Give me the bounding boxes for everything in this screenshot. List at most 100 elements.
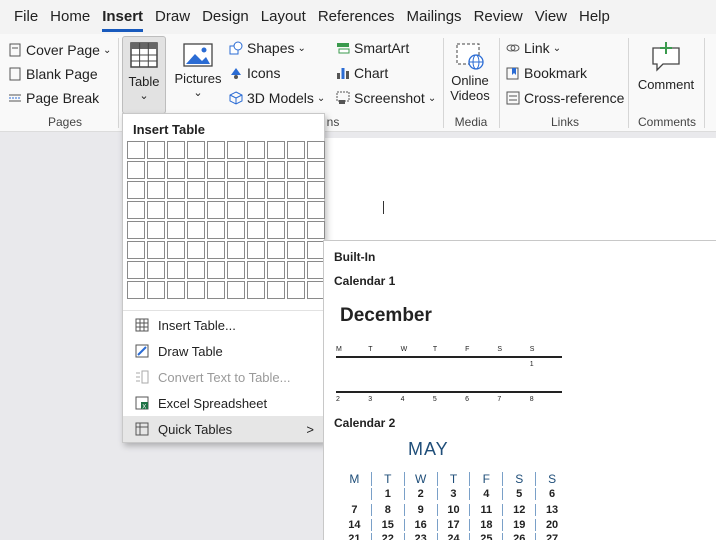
table-size-cell[interactable] <box>147 181 165 199</box>
table-size-cell[interactable] <box>227 201 245 219</box>
tab-references[interactable]: References <box>312 0 401 34</box>
table-size-cell[interactable] <box>267 141 285 159</box>
table-size-cell[interactable] <box>227 181 245 199</box>
cover-page-button[interactable]: Cover Page ⌄ <box>8 42 111 58</box>
tab-insert[interactable]: Insert <box>96 0 149 34</box>
3d-models-button[interactable]: 3D Models ⌄ <box>229 90 325 106</box>
link-button[interactable]: Link ⌄ <box>506 40 561 56</box>
table-size-cell[interactable] <box>167 181 185 199</box>
table-size-cell[interactable] <box>187 181 205 199</box>
table-size-cell[interactable] <box>287 201 305 219</box>
table-size-cell[interactable] <box>247 241 265 259</box>
table-size-cell[interactable] <box>247 161 265 179</box>
blank-page-button[interactable]: Blank Page <box>8 66 98 82</box>
table-size-cell[interactable] <box>287 261 305 279</box>
table-size-cell[interactable] <box>247 261 265 279</box>
table-size-cell[interactable] <box>167 221 185 239</box>
table-size-cell[interactable] <box>307 141 325 159</box>
draw-table-menu-item[interactable]: Draw Table <box>123 338 324 364</box>
table-size-cell[interactable] <box>127 181 145 199</box>
table-size-cell[interactable] <box>247 221 265 239</box>
table-size-cell[interactable] <box>227 261 245 279</box>
table-size-cell[interactable] <box>247 141 265 159</box>
table-size-cell[interactable] <box>247 181 265 199</box>
tab-file[interactable]: File <box>8 0 44 34</box>
online-videos-button[interactable]: Online Videos <box>447 42 493 103</box>
tab-design[interactable]: Design <box>196 0 255 34</box>
pictures-button[interactable]: Pictures ⌄ <box>172 42 224 99</box>
page-break-button[interactable]: Page Break <box>8 90 99 106</box>
table-size-cell[interactable] <box>187 141 205 159</box>
table-size-cell[interactable] <box>267 201 285 219</box>
table-size-cell[interactable] <box>147 221 165 239</box>
tab-layout[interactable]: Layout <box>255 0 312 34</box>
table-size-cell[interactable] <box>167 141 185 159</box>
table-size-cell[interactable] <box>207 261 225 279</box>
table-size-cell[interactable] <box>147 141 165 159</box>
tab-review[interactable]: Review <box>468 0 529 34</box>
excel-spreadsheet-menu-item[interactable]: X Excel Spreadsheet <box>123 390 324 416</box>
table-size-cell[interactable] <box>267 181 285 199</box>
tab-help[interactable]: Help <box>573 0 616 34</box>
insert-table-menu-item[interactable]: Insert Table... <box>123 312 324 338</box>
table-size-cell[interactable] <box>307 181 325 199</box>
table-size-cell[interactable] <box>127 221 145 239</box>
table-size-cell[interactable] <box>307 161 325 179</box>
table-size-cell[interactable] <box>247 201 265 219</box>
table-size-cell[interactable] <box>227 161 245 179</box>
cross-reference-button[interactable]: Cross-reference <box>506 90 624 106</box>
table-size-cell[interactable] <box>287 161 305 179</box>
table-size-cell[interactable] <box>207 161 225 179</box>
comment-button[interactable]: Comment <box>633 40 699 92</box>
table-size-cell[interactable] <box>287 241 305 259</box>
tab-view[interactable]: View <box>529 0 573 34</box>
tab-mailings[interactable]: Mailings <box>401 0 468 34</box>
shapes-button[interactable]: Shapes ⌄ <box>229 40 306 56</box>
tab-home[interactable]: Home <box>44 0 96 34</box>
table-size-cell[interactable] <box>307 221 325 239</box>
chart-button[interactable]: Chart <box>336 65 388 81</box>
table-size-cell[interactable] <box>267 241 285 259</box>
table-size-cell[interactable] <box>127 201 145 219</box>
screenshot-button[interactable]: Screenshot ⌄ <box>336 90 436 106</box>
table-size-cell[interactable] <box>267 281 285 299</box>
table-size-cell[interactable] <box>187 241 205 259</box>
table-size-cell[interactable] <box>167 241 185 259</box>
table-size-cell[interactable] <box>207 241 225 259</box>
table-size-cell[interactable] <box>227 141 245 159</box>
table-size-cell[interactable] <box>247 281 265 299</box>
table-size-cell[interactable] <box>187 261 205 279</box>
table-size-cell[interactable] <box>147 241 165 259</box>
table-size-cell[interactable] <box>207 181 225 199</box>
table-size-cell[interactable] <box>287 181 305 199</box>
table-size-cell[interactable] <box>127 241 145 259</box>
table-size-cell[interactable] <box>307 201 325 219</box>
table-size-cell[interactable] <box>287 281 305 299</box>
convert-text-to-table-menu-item[interactable]: Convert Text to Table... <box>123 364 324 390</box>
table-size-cell[interactable] <box>207 281 225 299</box>
table-size-cell[interactable] <box>127 141 145 159</box>
smartart-button[interactable]: SmartArt <box>336 40 409 56</box>
table-size-cell[interactable] <box>127 281 145 299</box>
table-size-cell[interactable] <box>207 221 225 239</box>
table-size-grid[interactable] <box>127 141 325 299</box>
table-size-cell[interactable] <box>227 241 245 259</box>
table-size-cell[interactable] <box>207 141 225 159</box>
table-size-cell[interactable] <box>187 161 205 179</box>
table-size-cell[interactable] <box>267 161 285 179</box>
table-size-cell[interactable] <box>267 261 285 279</box>
table-size-cell[interactable] <box>287 221 305 239</box>
table-size-cell[interactable] <box>127 161 145 179</box>
table-size-cell[interactable] <box>227 281 245 299</box>
quick-tables-menu-item[interactable]: Quick Tables > <box>123 416 324 442</box>
table-size-cell[interactable] <box>187 221 205 239</box>
table-size-cell[interactable] <box>167 161 185 179</box>
table-size-cell[interactable] <box>127 261 145 279</box>
table-size-cell[interactable] <box>167 261 185 279</box>
bookmark-button[interactable]: Bookmark <box>506 65 587 81</box>
table-size-cell[interactable] <box>167 281 185 299</box>
table-size-cell[interactable] <box>147 281 165 299</box>
tab-draw[interactable]: Draw <box>149 0 196 34</box>
table-size-cell[interactable] <box>267 221 285 239</box>
table-size-cell[interactable] <box>207 201 225 219</box>
